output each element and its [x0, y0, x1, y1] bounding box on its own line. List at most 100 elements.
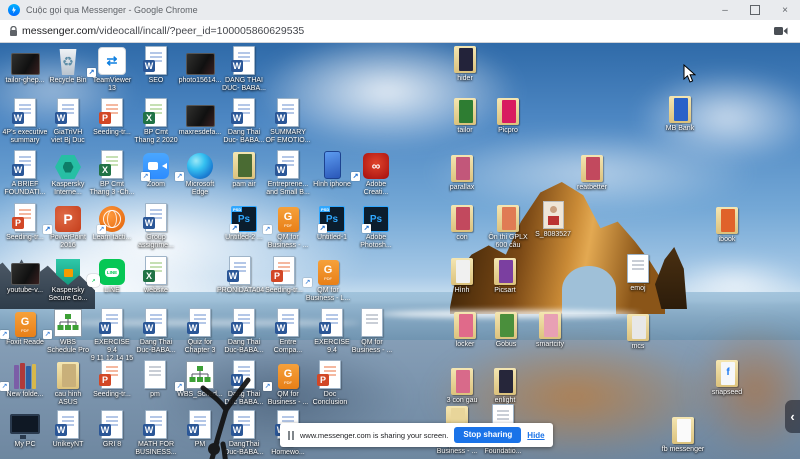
desktop-icon[interactable]: WDang Thai Duc-BABA...	[133, 308, 179, 355]
desktop-icon-label: maxresdefa...	[177, 129, 223, 137]
desktop-icon-label: Microsoft Edge	[177, 181, 223, 197]
desktop-icon[interactable]: WA BRIEF FOUNDATI...	[2, 150, 48, 197]
stop-sharing-button[interactable]: Stop sharing	[454, 427, 521, 443]
desktop-icon[interactable]: ↗Microsoft Edge	[177, 150, 223, 197]
desktop-icon[interactable]: Xwebsite	[133, 256, 179, 295]
lock-icon[interactable]	[9, 26, 18, 37]
desktop-icon[interactable]: fsnapseed	[704, 358, 750, 397]
desktop-icon[interactable]: 3 con gau	[439, 366, 485, 405]
desktop-icon[interactable]: con	[439, 203, 485, 242]
desktop-icon[interactable]: W4P's executive summary	[2, 98, 48, 145]
desktop-icon[interactable]: WEntreprene... and Small B...	[265, 150, 311, 197]
desktop-icon[interactable]: PSeeding-tr...	[89, 360, 135, 399]
desktop-icon[interactable]: WEntre Compa...	[265, 308, 311, 355]
desktop-icon[interactable]: PSeeding-tr...	[89, 98, 135, 137]
desktop-icon[interactable]: ↗Learn tacti...	[89, 203, 135, 242]
desktop-icon[interactable]: Picpro	[485, 96, 531, 135]
desktop-icon[interactable]: ↗Zoom	[133, 150, 179, 189]
desktop-icon[interactable]: mcs	[615, 312, 661, 351]
desktop-icon[interactable]: WUnikeyNT	[45, 410, 91, 449]
desktop-icon[interactable]: S_8083527	[530, 200, 576, 239]
desktop-icon[interactable]: WGroup assignme...	[133, 203, 179, 250]
desktop-icon[interactable]: PSDPs↗Untitled-2 ...	[221, 203, 267, 242]
desktop-icon[interactable]: ↗Kaspersky Secure Co...	[45, 256, 91, 303]
desktop-icon[interactable]: GPDF↗QM for Business - L...	[305, 256, 351, 303]
desktop-icon[interactable]: fb messenger	[660, 415, 706, 454]
desktop-icon[interactable]: ♻Recycle Bin	[45, 46, 91, 85]
desktop-icon-label: cau hinh ASUS	[45, 391, 91, 407]
orgchart-icon: ↗	[45, 308, 91, 337]
desktop-icon[interactable]: ↗Kaspersky Interne...	[45, 150, 91, 197]
messenger-favicon-icon	[8, 4, 20, 16]
desktop-icon[interactable]: WDANG THAI DUC- BABA...	[221, 46, 267, 93]
desktop-icon[interactable]: WDang Thai Duc-BABA...	[221, 308, 267, 355]
word-icon: W	[2, 150, 48, 179]
desktop-icon[interactable]: hider	[442, 44, 488, 83]
desktop-icon-label: SEO	[133, 77, 179, 85]
desktop-icon[interactable]: WQuiz for Chapter 3	[177, 308, 223, 355]
desktop-icon[interactable]: WGiaTriVH viet Bj Duc	[45, 98, 91, 145]
desktop-icon[interactable]: cau hinh ASUS	[45, 360, 91, 407]
desktop-icon[interactable]: XBP Cmt Thang 2 2020	[133, 98, 179, 145]
desktop-icon[interactable]: QM for Business - ...	[349, 308, 395, 355]
desktop-icon[interactable]: smartcity	[527, 310, 573, 349]
url-text[interactable]: messenger.com/videocall/incall/?peer_id=…	[22, 25, 304, 37]
desktop-icon[interactable]: MB Bank	[657, 94, 703, 133]
desktop-icon-label: UnikeyNT	[45, 441, 91, 449]
desktop-icon[interactable]: WEXERCISE 9.4 9 11 12 14 15	[89, 308, 135, 363]
desktop-icon[interactable]: Hình	[439, 256, 485, 295]
desktop-icon[interactable]: ibook	[704, 205, 750, 244]
desktop-icon[interactable]: PSeeding-tr...	[2, 203, 48, 242]
desktop-icon[interactable]: Hình iphone	[309, 150, 355, 189]
desktop-icon[interactable]: P↗PowerPoint 2016	[45, 203, 91, 250]
desktop-icon[interactable]: LINE↗LINE	[89, 256, 135, 295]
desktop-icon[interactable]: WSUMMARY OF EMOTIO...	[265, 98, 311, 145]
desktop-icon[interactable]: PSeeding-tr...	[261, 256, 307, 295]
desktop-icon[interactable]: Gobus	[483, 310, 529, 349]
desktop-icon[interactable]: ↗WBS Schedule Pro	[45, 308, 91, 355]
desktop-icon[interactable]: tailor-ghep...	[2, 46, 48, 85]
desktop-icon[interactable]: WMATH FOR BUSINESS...	[133, 410, 179, 457]
desktop-icon[interactable]: GPDF↗QM for Business - ...	[265, 360, 311, 407]
desktop-icon[interactable]: PDoc Conclusion	[307, 360, 353, 407]
desktop-icon[interactable]: Picsart	[482, 256, 528, 295]
url-bar[interactable]: messenger.com/videocall/incall/?peer_id=…	[0, 20, 800, 43]
desktop-icon[interactable]: WSEO	[133, 46, 179, 85]
kshield-icon: ↗	[45, 256, 91, 285]
desktop-icon[interactable]: ↗New folde...	[2, 360, 48, 399]
close-button[interactable]: ×	[770, 0, 800, 20]
desktop-icon[interactable]: enlight	[482, 366, 528, 405]
desktop-icon[interactable]: maxresdefa...	[177, 98, 223, 137]
desktop-icon[interactable]: GPDF↗Foxit Reade	[2, 308, 48, 347]
desktop-icon[interactable]: PSDPs↗Untitled-1	[309, 203, 355, 242]
desktop-icon[interactable]: WGRI 8	[89, 410, 135, 449]
desktop-icon[interactable]: GPDF↗QM for Business - ...	[265, 203, 311, 250]
desktop-icon[interactable]: tailor	[442, 96, 488, 135]
hide-link[interactable]: Hide	[527, 431, 544, 440]
maximize-button[interactable]	[740, 0, 770, 20]
desktop-icon[interactable]: youtube-v...	[2, 256, 48, 295]
desktop-icon[interactable]: WPRONiDATA04	[217, 256, 263, 295]
camera-permission-icon[interactable]	[774, 26, 788, 36]
desktop-icon[interactable]: ∞↗Adobe Creati...	[353, 150, 399, 197]
desktop-icon[interactable]: locker	[442, 310, 488, 349]
desktop-icon[interactable]: parallax	[439, 153, 485, 192]
desktop-icon[interactable]: pam air	[221, 150, 267, 189]
desktop-icon[interactable]: Ps↗Adobe Photosh...	[353, 203, 399, 250]
desktop-icon[interactable]: reatbetter	[569, 153, 615, 192]
desktop-icon-label: 4P's executive summary	[2, 129, 48, 145]
line-icon: LINE↗	[89, 256, 135, 285]
desktop-icon[interactable]: ⇄↗TeamViewer 13	[89, 46, 135, 93]
desktop-icon[interactable]: pm	[132, 360, 178, 399]
collapse-chevron-tab[interactable]: ‹	[785, 400, 800, 433]
folder-icon	[615, 312, 661, 341]
desktop-icon[interactable]: photo15614...	[177, 46, 223, 85]
desktop-icon[interactable]: Ôn thi GPLX 600 câu	[485, 203, 531, 250]
desktop-icon[interactable]: WDang Thai Duc- BABA...	[221, 98, 267, 145]
desktop-icon[interactable]: My PC	[2, 410, 48, 449]
minimize-button[interactable]: –	[710, 0, 740, 20]
zoom-icon: ↗	[133, 150, 179, 179]
chrome-window: Cuộc gọi qua Messenger - Google Chrome –…	[0, 0, 800, 459]
desktop-icon[interactable]: emoj	[615, 254, 661, 293]
desktop-icon[interactable]: XBP Cmt Thang 3 -Ch...	[89, 150, 135, 197]
